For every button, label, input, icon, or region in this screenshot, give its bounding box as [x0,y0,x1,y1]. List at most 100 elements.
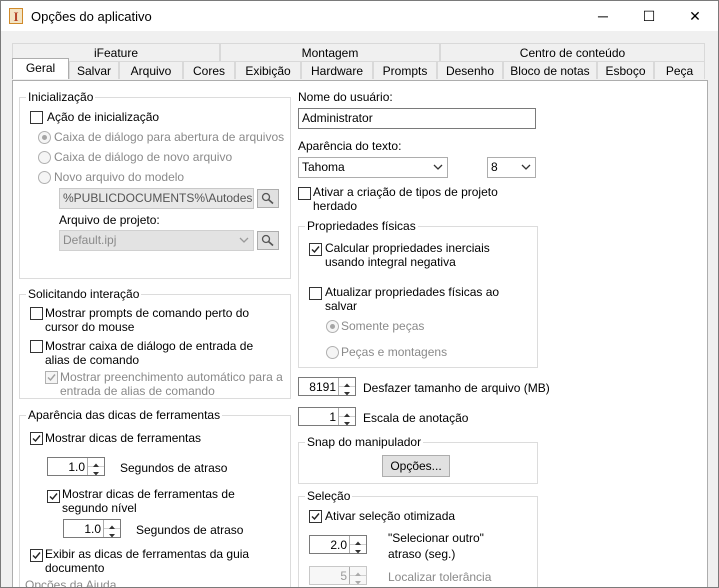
check-icon [32,552,41,560]
projeto-herdado-label: Ativar a criação de tipos de projeto her… [313,185,498,213]
selecao-otimizada-label: Ativar seleção otimizada [325,509,456,523]
fonte-value: Tahoma [302,160,345,174]
radio-somente-pecas-label: Somente peças [341,319,425,333]
acao-inicializacao-label: Ação de inicialização [47,110,160,124]
tamanho-fonte-value: 8 [491,160,498,174]
group-title-dicas: Aparência das dicas de ferramentas [26,408,223,422]
group-snap-manipulador: Snap do manipulador Opções... [298,435,538,484]
tab-prompts[interactable]: Prompts [373,61,437,79]
fonte-select[interactable]: Tahoma [298,157,448,178]
spin-down-icon[interactable] [339,417,355,426]
tab-content-geral: Inicialização Ação de inicialização Caix… [12,80,708,588]
browse-folder-icon [261,234,274,247]
arquivo-projeto-value: Default.ipj [63,233,117,247]
escala-spinner[interactable]: 1 [298,407,356,426]
browse-folder-icon [261,192,274,205]
spin-down-icon[interactable] [88,467,104,476]
tab-row-bottom: Geral Salvar Arquivo Cores Exibição Hard… [12,58,705,79]
radio-abrir-arquivos[interactable] [38,131,51,144]
tab-salvar[interactable]: Salvar [69,61,119,79]
check-icon [32,435,41,443]
tab-exibicao[interactable]: Exibição [235,61,301,79]
chevron-down-icon [433,164,443,170]
atualizar-fisicas-checkbox[interactable] [309,287,322,300]
segundo-nivel-checkbox[interactable] [47,490,60,503]
localizar-tolerancia-spinner[interactable]: 5 [309,566,367,585]
radio-pecas-montagens[interactable] [326,346,339,359]
maximize-button[interactable]: ☐ [626,1,672,31]
tab-bloco-de-notas[interactable]: Bloco de notas [503,61,597,79]
desfazer-label: Desfazer tamanho de arquivo (MB) [363,381,550,395]
nome-usuario-input[interactable]: Administrator [298,108,536,129]
spin-down-icon[interactable] [350,545,366,554]
radio-novo-arquivo[interactable] [38,151,51,164]
aparencia-texto-label: Aparência do texto: [298,139,402,153]
mostrar-alias-label: Mostrar caixa de diálogo de entrada de a… [45,339,254,367]
localizar-tolerancia-label: Localizar tolerância [388,570,492,584]
selecionar-outro-label-2: atraso (seg.) [388,547,456,561]
localizar-tolerancia-value: 5 [340,569,347,583]
acao-inicializacao-checkbox[interactable] [30,111,43,124]
desfazer-spinner[interactable]: 8191 [298,377,356,396]
spin-up-icon[interactable] [88,458,104,467]
tab-esboco[interactable]: Esboço [597,61,654,79]
inventor-app-icon: I [9,8,23,24]
spin-up-icon[interactable] [350,536,366,545]
selecao-otimizada-checkbox[interactable] [309,510,322,523]
preenchimento-automatico-checkbox[interactable] [45,371,58,384]
browse-projeto-button[interactable] [257,231,279,250]
spin-up-icon[interactable] [350,567,366,576]
atualizar-fisicas-label: Atualizar propriedades físicas ao salvar [325,285,500,313]
tab-peca[interactable]: Peça [654,61,705,79]
group-solicitando-interacao: Solicitando interação Mostrar prompts de… [19,287,291,399]
escala-value: 1 [329,410,336,424]
tab-montagem[interactable]: Montagem [220,43,440,61]
tamanho-fonte-select[interactable]: 8 [487,157,536,178]
spin-down-icon[interactable] [339,387,355,396]
arquivo-projeto-select[interactable]: Default.ipj [59,230,254,251]
atraso-2-spinner[interactable]: 1.0 [63,519,121,538]
group-dicas-ferramentas: Aparência das dicas de ferramentas Mostr… [19,408,291,587]
spin-down-icon[interactable] [350,576,366,585]
spin-up-icon[interactable] [339,378,355,387]
check-icon [311,513,320,521]
dicas-guia-label: Exibir as dicas de ferramentas da guia d… [45,547,250,575]
mostrar-dicas-checkbox[interactable] [30,432,43,445]
preenchimento-automatico-label: Mostrar preenchimento automático para a … [60,370,283,398]
tab-geral[interactable]: Geral [12,58,69,79]
spin-up-icon[interactable] [104,520,120,529]
atraso-1-label: Segundos de atraso [120,461,228,475]
tab-arquivo[interactable]: Arquivo [119,61,183,79]
atraso-1-spinner[interactable]: 1.0 [47,457,105,476]
arquivo-projeto-label: Arquivo de projeto: [59,213,160,227]
projeto-herdado-checkbox[interactable] [298,187,311,200]
tab-hardware[interactable]: Hardware [301,61,373,79]
tab-cores[interactable]: Cores [183,61,235,79]
selecionar-outro-spinner[interactable]: 2.0 [309,535,367,554]
spin-up-icon[interactable] [339,408,355,417]
tab-desenho[interactable]: Desenho [437,61,503,79]
calcular-inerciais-checkbox[interactable] [309,243,322,256]
mostrar-prompts-checkbox[interactable] [30,307,43,320]
browse-template-button[interactable] [257,189,279,208]
radio-modelo[interactable] [38,171,51,184]
template-path-input[interactable]: %PUBLICDOCUMENTS%\Autodesk\Inv [59,188,254,209]
atraso-1-value: 1.0 [68,460,85,474]
nome-usuario-label: Nome do usuário: [298,90,393,104]
opcoes-ajuda-group-title: Opções da Ajuda [25,578,117,588]
spin-down-icon[interactable] [104,529,120,538]
dicas-guia-checkbox[interactable] [30,549,43,562]
radio-novo-arquivo-label: Caixa de diálogo de novo arquivo [54,150,233,164]
snap-opcoes-button[interactable]: Opções... [382,455,450,477]
atraso-2-value: 1.0 [84,522,101,536]
mostrar-alias-checkbox[interactable] [30,340,43,353]
tab-centro-de-conteudo[interactable]: Centro de conteúdo [440,43,705,61]
chevron-down-icon [521,164,531,170]
minimize-button[interactable]: ─ [580,1,626,31]
escala-label: Escala de anotação [363,411,469,425]
options-dialog: I Opções do aplicativo ─ ☐ ✕ iFeature Mo… [0,0,719,588]
close-button[interactable]: ✕ [672,1,718,31]
group-selecao: Seleção Ativar seleção otimizada 2.0 "Se… [298,489,538,587]
radio-somente-pecas[interactable] [326,320,339,333]
radio-pecas-montagens-label: Peças e montagens [341,345,448,359]
